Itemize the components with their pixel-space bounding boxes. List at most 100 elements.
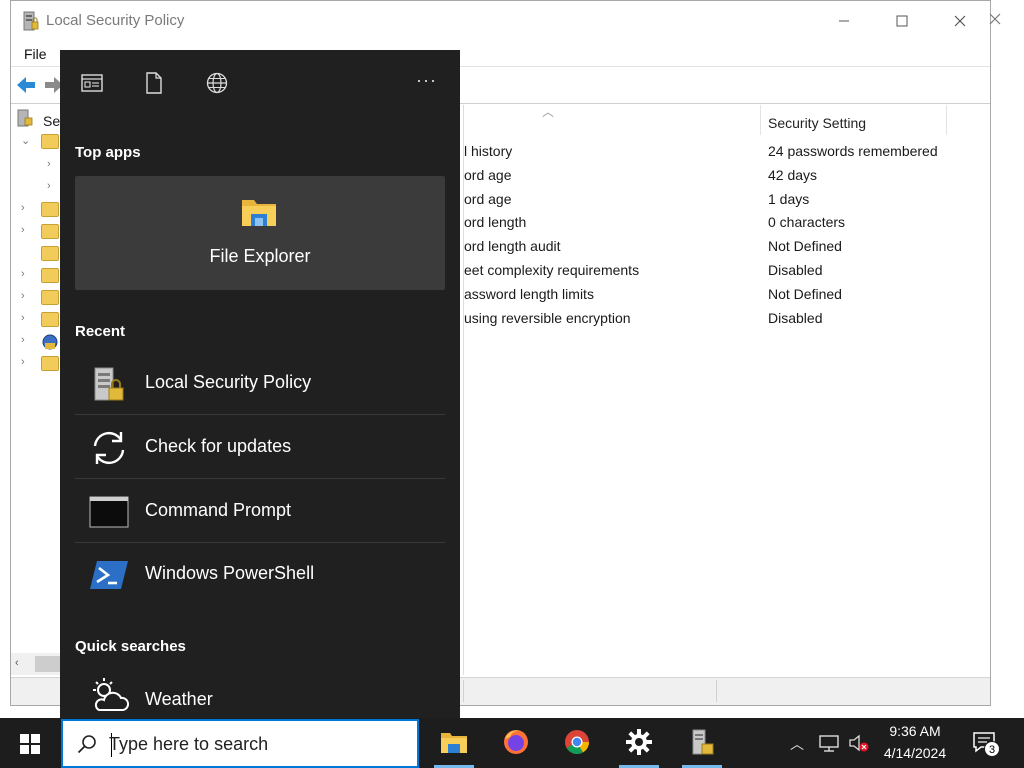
policy-row[interactable]: ord age 42 days bbox=[464, 163, 990, 187]
recent-item-label: Command Prompt bbox=[145, 500, 292, 520]
chevron-right-icon[interactable]: › bbox=[21, 202, 25, 214]
more-options-icon[interactable]: ··· bbox=[416, 70, 437, 91]
policy-row[interactable]: using reversible encryption Disabled bbox=[464, 306, 990, 330]
policy-row[interactable]: l history 24 passwords remembered bbox=[464, 139, 990, 163]
show-hidden-icons-chevron-icon[interactable]: ︿ bbox=[790, 734, 804, 754]
locked-folder-icon bbox=[41, 202, 59, 217]
chevron-right-icon[interactable]: › bbox=[21, 356, 25, 368]
action-center-button[interactable]: 3 bbox=[972, 731, 1002, 757]
tree-item[interactable]: › bbox=[11, 287, 63, 309]
maximize-button[interactable] bbox=[879, 7, 925, 35]
chevron-right-icon[interactable]: › bbox=[21, 224, 25, 236]
top-app-label: File Explorer bbox=[209, 246, 311, 266]
search-input[interactable] bbox=[109, 731, 409, 757]
chevron-right-icon[interactable]: › bbox=[21, 334, 25, 346]
top-app-file-explorer[interactable]: File Explorer bbox=[75, 176, 445, 290]
volume-muted-icon[interactable] bbox=[848, 733, 870, 753]
chevron-down-icon[interactable]: ⌄ bbox=[21, 134, 30, 147]
network-icon[interactable] bbox=[818, 733, 840, 753]
console-tree: Sec ⌄ › › › › › › › › › bbox=[11, 105, 67, 675]
taskbar-search-box[interactable] bbox=[61, 719, 419, 768]
chevron-right-icon[interactable]: › bbox=[47, 158, 51, 170]
chevron-right-icon[interactable]: › bbox=[21, 290, 25, 302]
taskbar-file-explorer[interactable] bbox=[430, 718, 478, 768]
policy-name: eet complexity requirements bbox=[464, 262, 640, 278]
apps-tab-icon[interactable] bbox=[81, 72, 103, 94]
policy-row[interactable]: eet complexity requirements Disabled bbox=[464, 258, 990, 282]
taskbar-chrome[interactable] bbox=[553, 718, 601, 768]
tree-item[interactable]: › bbox=[11, 221, 63, 243]
recent-item-windows-powershell[interactable]: Windows PowerShell bbox=[75, 543, 445, 606]
tree-item[interactable]: › bbox=[11, 199, 63, 221]
folder-icon bbox=[41, 246, 59, 261]
clock-date[interactable]: 4/14/2024 bbox=[870, 745, 960, 761]
policy-setting-value: Not Defined bbox=[768, 238, 842, 255]
policy-setting-value: Disabled bbox=[768, 262, 823, 278]
title-bar[interactable]: Local Security Policy bbox=[11, 1, 990, 41]
chrome-icon bbox=[565, 730, 589, 755]
folder-icon bbox=[41, 312, 59, 327]
chevron-right-icon[interactable]: › bbox=[21, 312, 25, 324]
recent-item-local-security-policy[interactable]: Local Security Policy bbox=[75, 352, 445, 415]
security-policy-icon bbox=[17, 109, 33, 127]
recent-item-check-for-updates[interactable]: Check for updates bbox=[75, 416, 445, 479]
start-button[interactable] bbox=[0, 718, 60, 768]
policy-row[interactable]: ord length 0 characters bbox=[464, 210, 990, 234]
tree-item[interactable]: › bbox=[11, 353, 63, 375]
security-policy-icon bbox=[692, 729, 714, 755]
tree-item[interactable]: › bbox=[11, 177, 63, 199]
secondary-close-icon[interactable] bbox=[989, 9, 1001, 30]
tree-item[interactable]: ⌄ bbox=[11, 131, 63, 153]
document-tab-icon[interactable] bbox=[143, 72, 165, 94]
policy-row[interactable]: assword length limits Not Defined bbox=[464, 282, 990, 306]
tree-item[interactable]: › bbox=[11, 155, 63, 177]
file-explorer-icon bbox=[441, 733, 467, 753]
windows-logo-icon bbox=[20, 734, 40, 754]
close-button[interactable] bbox=[937, 7, 983, 35]
locked-folder-icon bbox=[41, 134, 59, 149]
taskbar-firefox[interactable] bbox=[492, 718, 540, 768]
status-divider bbox=[716, 680, 717, 702]
clock-time[interactable]: 9:36 AM bbox=[870, 723, 960, 739]
menu-file[interactable]: File bbox=[24, 46, 47, 62]
back-arrow-icon[interactable] bbox=[15, 75, 37, 95]
firefox-icon bbox=[504, 730, 528, 754]
folder-icon bbox=[41, 224, 59, 239]
policy-setting-value: Not Defined bbox=[768, 285, 842, 302]
taskbar-local-security-policy[interactable] bbox=[678, 718, 726, 768]
weather-icon bbox=[93, 678, 129, 711]
tree-item[interactable]: › bbox=[11, 265, 63, 287]
globe-tab-icon[interactable] bbox=[206, 72, 228, 94]
powershell-icon bbox=[90, 561, 128, 589]
horizontal-scrollbar[interactable]: ‹ bbox=[11, 653, 63, 675]
taskbar-settings[interactable] bbox=[615, 718, 663, 768]
tree-root[interactable]: Sec bbox=[11, 107, 67, 129]
scroll-thumb[interactable] bbox=[35, 656, 63, 672]
sort-indicator-icon: ︿ bbox=[542, 105, 555, 119]
column-divider[interactable] bbox=[946, 105, 947, 135]
column-divider[interactable] bbox=[760, 105, 761, 135]
file-explorer-icon bbox=[242, 200, 276, 226]
notification-count-badge: 3 bbox=[984, 741, 1000, 757]
recent-item-label: Check for updates bbox=[145, 436, 292, 456]
tree-item[interactable]: › bbox=[11, 331, 63, 353]
tree-item[interactable] bbox=[11, 243, 63, 265]
security-policy-icon bbox=[94, 367, 124, 401]
recent-item-command-prompt[interactable]: Command Prompt bbox=[75, 480, 445, 543]
column-header-security-setting[interactable]: Security Setting bbox=[768, 115, 866, 131]
security-policy-icon bbox=[23, 11, 39, 31]
folder-icon bbox=[41, 268, 59, 283]
policy-name: ord length audit bbox=[464, 238, 561, 255]
chevron-right-icon[interactable]: › bbox=[21, 268, 25, 280]
gear-icon bbox=[626, 729, 652, 755]
policy-row[interactable]: ord age 1 days bbox=[464, 187, 990, 211]
minimize-button[interactable] bbox=[821, 7, 867, 35]
chevron-right-icon[interactable]: › bbox=[47, 180, 51, 192]
tree-item[interactable]: › bbox=[11, 309, 63, 331]
policy-row[interactable]: ord length audit Not Defined bbox=[464, 234, 990, 258]
scroll-left-icon[interactable]: ‹ bbox=[15, 657, 19, 669]
policy-name: ord age bbox=[464, 190, 512, 207]
quick-search-weather[interactable]: Weather bbox=[75, 672, 445, 718]
policy-setting-value: 0 characters bbox=[768, 214, 846, 231]
maximize-icon bbox=[896, 15, 908, 27]
